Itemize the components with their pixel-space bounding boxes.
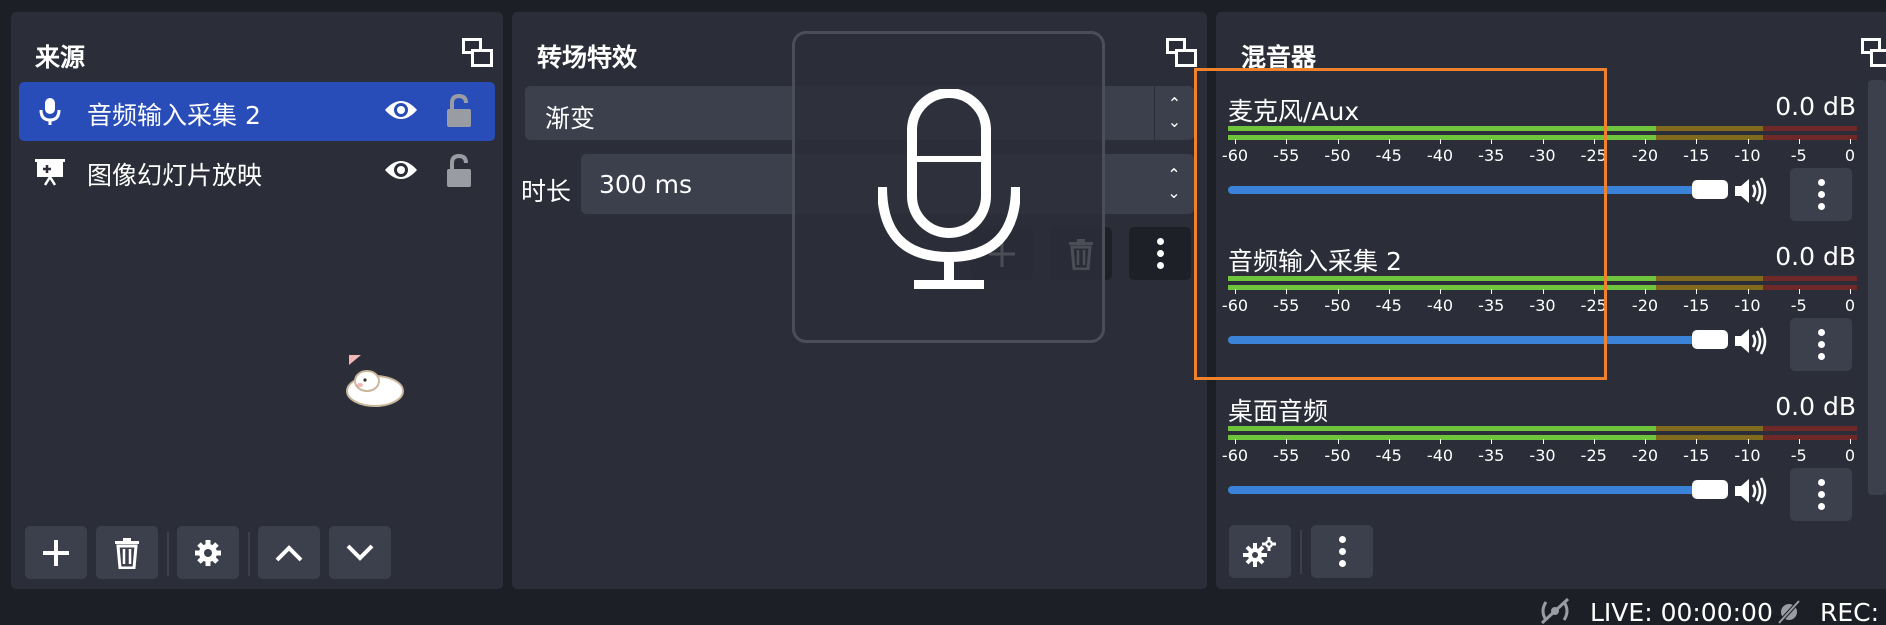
mixer-menu-button[interactable]	[1311, 525, 1373, 578]
source-label: 音频输入采集 2	[87, 101, 261, 130]
channel-db: 0.0 dB	[1775, 392, 1856, 421]
toolbar-separator	[1300, 530, 1302, 574]
hamster-sticker-image	[346, 355, 404, 407]
sources-title: 来源	[35, 43, 86, 72]
meter-scale: -60 -55 -50 -45 -40 -35 -30 -25 -20 -15 -10 -5 0	[1222, 439, 1857, 472]
sources-dock: 来源 音频输入采集 2 图像幻灯片放映	[11, 12, 503, 589]
source-label: 图像幻灯片放映	[87, 161, 263, 190]
scale-label: -50	[1324, 446, 1351, 465]
scale-label: -15	[1683, 296, 1710, 315]
vertical-dots-icon	[1817, 179, 1825, 210]
scale-label: -35	[1478, 446, 1505, 465]
transition-select-value: 渐变	[545, 104, 596, 133]
source-item-slideshow[interactable]: 图像幻灯片放映	[19, 142, 495, 201]
advanced-audio-button[interactable]	[1229, 525, 1291, 578]
volume-slider-thumb[interactable]	[1692, 330, 1728, 349]
visibility-eye-icon[interactable]	[383, 156, 419, 184]
duration-value: 300 ms	[599, 170, 693, 199]
scale-label: 0	[1844, 296, 1856, 315]
scale-label: -40	[1426, 446, 1454, 465]
move-source-down-button[interactable]	[329, 526, 391, 579]
slideshow-icon	[35, 159, 65, 186]
undock-icon[interactable]	[462, 38, 494, 70]
live-status: LIVE: 00:00:00	[1590, 598, 1773, 625]
scale-label: -10	[1734, 146, 1761, 165]
scale-label: -15	[1683, 146, 1710, 165]
unlock-icon[interactable]	[445, 94, 473, 128]
rec-status: REC: 0	[1820, 598, 1880, 625]
scale-label: 0	[1844, 446, 1856, 465]
volume-slider-thumb[interactable]	[1692, 480, 1728, 499]
scale-label: -15	[1683, 446, 1710, 465]
microphone-icon	[39, 98, 61, 125]
transitions-title: 转场特效	[537, 43, 638, 72]
rec-disabled-icon	[1777, 600, 1801, 624]
unlock-icon[interactable]	[445, 154, 473, 188]
toolbar-separator	[248, 532, 250, 576]
undock-icon[interactable]	[1861, 38, 1886, 70]
chevron-down-icon	[346, 544, 374, 561]
scale-label: -55	[1273, 446, 1300, 465]
microphone-overlay	[792, 31, 1105, 343]
vertical-dots-icon	[1817, 329, 1825, 360]
spin-arrows-icon[interactable]: ⌃ ⌄	[1154, 154, 1194, 214]
add-source-button[interactable]	[25, 526, 87, 579]
visibility-eye-icon[interactable]	[383, 96, 419, 124]
select-arrows-icon: ⌃ ⌄	[1154, 86, 1194, 140]
speaker-icon[interactable]	[1733, 176, 1767, 206]
highlight-box	[1194, 68, 1607, 380]
trash-icon	[115, 537, 139, 569]
toolbar-separator	[167, 532, 169, 576]
scale-label: -20	[1631, 446, 1659, 465]
scale-label: -5	[1790, 146, 1807, 165]
undock-icon[interactable]	[1166, 38, 1198, 70]
channel-menu-button[interactable]	[1790, 468, 1852, 521]
speaker-icon[interactable]	[1733, 326, 1767, 356]
scale-label: -45	[1375, 446, 1402, 465]
remove-source-button[interactable]	[96, 526, 158, 579]
live-disconnected-icon	[1540, 597, 1570, 625]
gear-icon	[195, 539, 221, 566]
volume-slider-thumb[interactable]	[1692, 180, 1728, 199]
vertical-dots-icon	[1156, 238, 1164, 269]
duration-label: 时长	[521, 177, 572, 206]
channel-menu-button[interactable]	[1790, 318, 1852, 371]
transition-menu-button[interactable]	[1129, 227, 1191, 280]
mixer-scrollbar[interactable]	[1868, 80, 1886, 495]
channel-menu-button[interactable]	[1790, 168, 1852, 221]
vertical-dots-icon	[1817, 479, 1825, 510]
scale-label: -5	[1790, 446, 1807, 465]
scale-label: 0	[1844, 146, 1856, 165]
chevron-up-icon	[275, 544, 303, 561]
microphone-large-icon	[878, 89, 1020, 289]
scale-label: -10	[1734, 296, 1761, 315]
channel-name: 桌面音频	[1228, 397, 1329, 426]
channel-db: 0.0 dB	[1775, 242, 1856, 271]
vertical-dots-icon	[1338, 536, 1346, 567]
scale-label: -25	[1580, 446, 1607, 465]
source-item-audio-input[interactable]: 音频输入采集 2	[19, 82, 495, 141]
scale-label: -20	[1631, 296, 1659, 315]
scale-label: -10	[1734, 446, 1761, 465]
scale-label: -20	[1631, 146, 1659, 165]
volume-slider[interactable]	[1228, 480, 1728, 499]
channel-db: 0.0 dB	[1775, 92, 1856, 121]
source-properties-button[interactable]	[177, 526, 239, 579]
scale-label: -60	[1221, 446, 1249, 465]
move-source-up-button[interactable]	[258, 526, 320, 579]
scale-label: -5	[1790, 296, 1807, 315]
speaker-icon[interactable]	[1733, 476, 1767, 506]
gears-icon	[1243, 536, 1276, 567]
add-icon	[43, 539, 69, 566]
scale-label: -30	[1529, 446, 1556, 465]
